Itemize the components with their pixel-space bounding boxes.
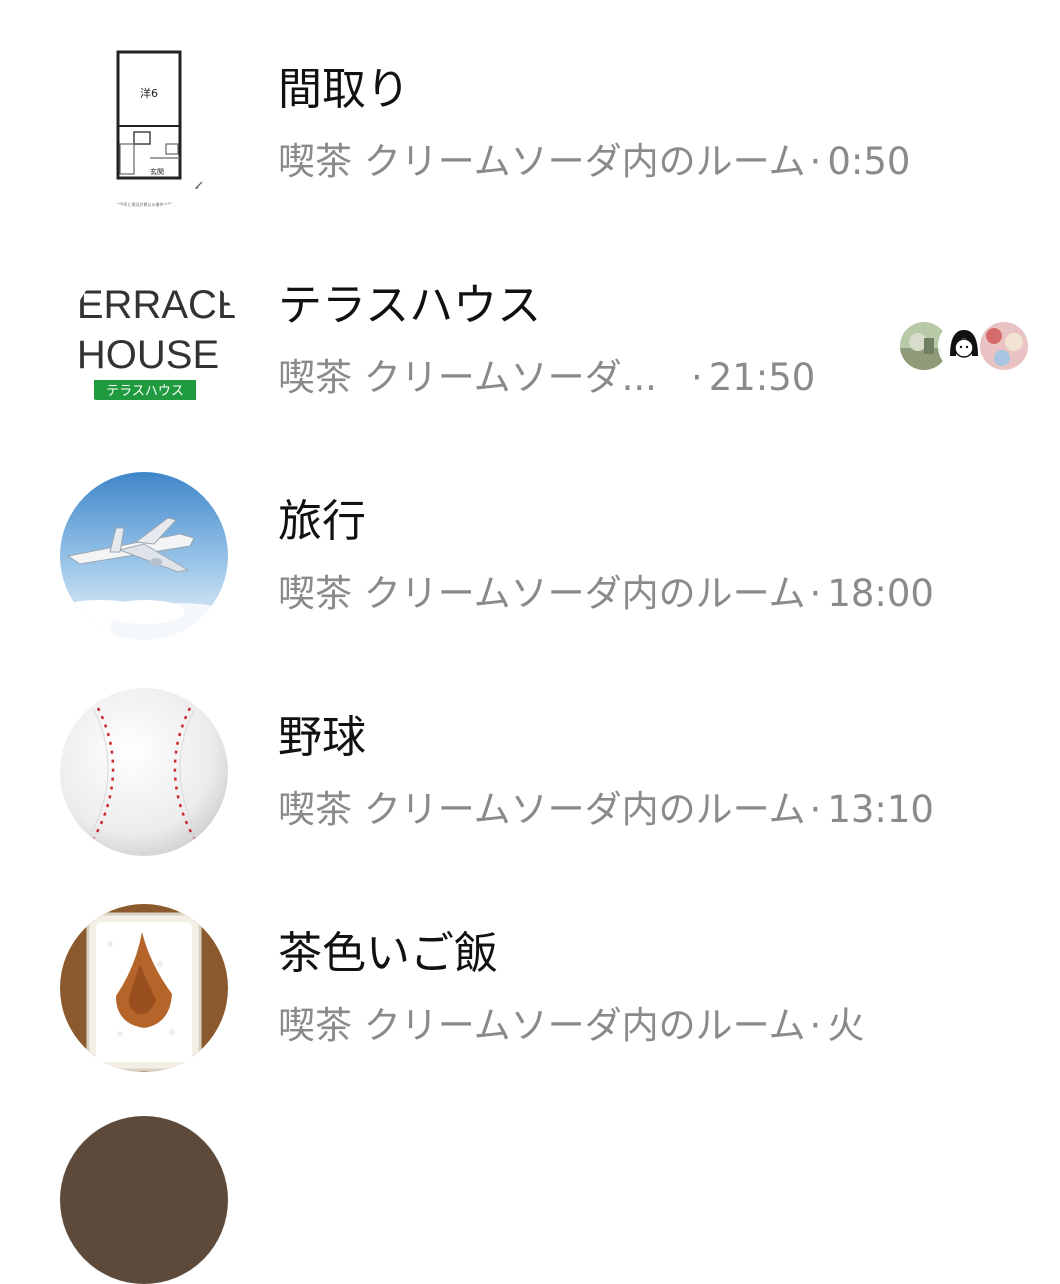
separator: · <box>809 788 822 831</box>
chat-title: 野球 <box>278 712 366 763</box>
chat-subtitle: 喫茶 クリームソーダ内のルーム · 18:00 <box>278 575 934 612</box>
brown-rice-avatar <box>60 904 228 1072</box>
chat-list-item[interactable]: 旅行 喫茶 クリームソーダ内のルーム · 18:00 <box>0 432 1060 648</box>
svg-text:玄関: 玄関 <box>150 167 164 176</box>
baseball-avatar <box>60 688 228 856</box>
timestamp: 0:50 <box>827 140 911 183</box>
chat-title: テラスハウス <box>278 280 542 331</box>
chat-title: 旅行 <box>278 496 366 547</box>
room-name: 喫茶 クリームソーダ内のルーム <box>278 572 806 615</box>
chat-title: 茶色いご飯 <box>278 928 498 979</box>
member-avatars <box>898 320 1030 372</box>
airplane-avatar <box>60 472 228 640</box>
separator: · <box>690 356 703 399</box>
timestamp: 21:50 <box>708 356 816 399</box>
separator: · <box>809 1004 822 1047</box>
svg-text:HOUSE: HOUSE <box>77 333 219 377</box>
separator: · <box>809 140 822 183</box>
timestamp: 13:10 <box>827 788 934 831</box>
chat-subtitle: 喫茶 クリームソーダ内のルーム · 火 <box>278 1007 864 1044</box>
chat-title: 間取り <box>278 64 410 115</box>
separator: · <box>809 572 822 615</box>
svg-text:洋6: 洋6 <box>140 86 158 100</box>
chat-subtitle: 喫茶 クリームソーダ... · 21:50 <box>278 359 815 396</box>
terrace-house-logo-avatar: TERRACE HOUSE テラスハウス <box>70 256 238 424</box>
room-name: 喫茶 クリームソーダ内のルーム <box>278 140 806 183</box>
member-avatar <box>978 320 1030 372</box>
chat-list-item[interactable]: TERRACE HOUSE テラスハウス テラスハウス 喫茶 クリームソーダ..… <box>0 216 1060 432</box>
chat-subtitle: 喫茶 クリームソーダ内のルーム · 0:50 <box>278 143 910 180</box>
timestamp: 火 <box>827 1004 865 1047</box>
room-name: 喫茶 クリームソーダ内のルーム <box>278 788 806 831</box>
chat-list-item[interactable]: 茶色いご飯 喫茶 クリームソーダ内のルーム · 火 <box>0 864 1060 1080</box>
room-name: 喫茶 クリームソーダ内のルーム <box>278 1004 806 1047</box>
svg-text:※図面と現況が異なる場合は現況を優先します。: ※図面と現況が異なる場合は現況を優先します。 <box>116 201 203 207</box>
room-name: 喫茶 クリームソーダ... <box>278 356 657 399</box>
svg-text:テラスハウス: テラスハウス <box>106 384 184 399</box>
svg-text:TERRACE: TERRACE <box>70 283 238 327</box>
chat-list-item[interactable]: 野球 喫茶 クリームソーダ内のルーム · 13:10 <box>0 648 1060 864</box>
floor-plan-avatar: 洋6 玄関 ※図面と現況が異なる場合は現況を優先します。 <box>60 40 228 208</box>
next-chat-avatar[interactable] <box>60 1116 228 1284</box>
chat-subtitle: 喫茶 クリームソーダ内のルーム · 13:10 <box>278 791 934 828</box>
chat-list-item[interactable]: 洋6 玄関 ※図面と現況が異なる場合は現況を優先します。 間取り 喫茶 クリーム… <box>0 0 1060 216</box>
timestamp: 18:00 <box>827 572 934 615</box>
